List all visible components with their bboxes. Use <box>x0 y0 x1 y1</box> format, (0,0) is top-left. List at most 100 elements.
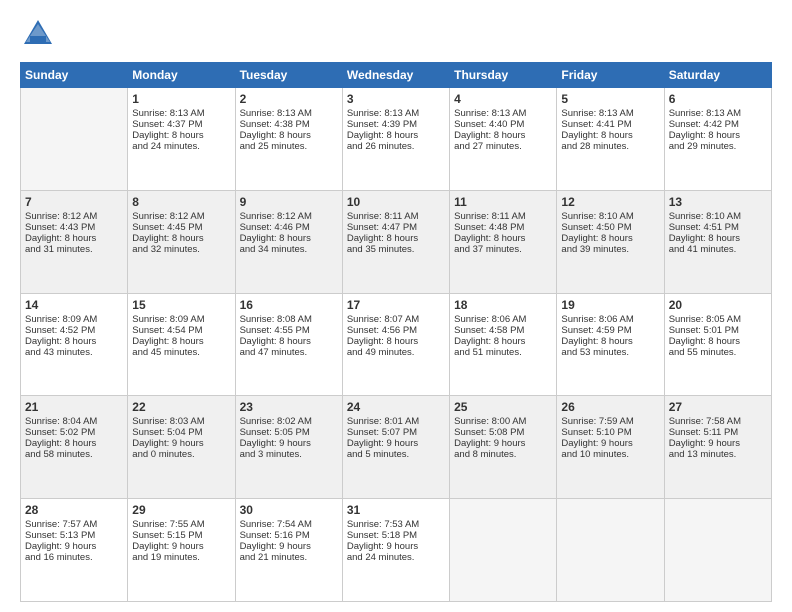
day-number: 23 <box>240 400 338 414</box>
calendar-empty <box>450 499 557 602</box>
day-number: 26 <box>561 400 659 414</box>
day-header: Thursday <box>450 63 557 88</box>
calendar-day: 5Sunrise: 8:13 AMSunset: 4:41 PMDaylight… <box>557 88 664 191</box>
day-info-line: and 25 minutes. <box>240 141 338 152</box>
day-info-line: Sunrise: 8:02 AM <box>240 416 338 427</box>
day-info-line: Sunrise: 8:11 AM <box>347 211 445 222</box>
day-info-line: Daylight: 9 hours <box>132 438 230 449</box>
day-info-line: and 31 minutes. <box>25 244 123 255</box>
day-number: 5 <box>561 92 659 106</box>
day-info-line: Sunrise: 8:06 AM <box>454 314 552 325</box>
calendar-day: 21Sunrise: 8:04 AMSunset: 5:02 PMDayligh… <box>21 396 128 499</box>
day-info-line: Sunrise: 8:06 AM <box>561 314 659 325</box>
day-info-line: and 43 minutes. <box>25 347 123 358</box>
day-info-line: and 28 minutes. <box>561 141 659 152</box>
day-info-line: and 0 minutes. <box>132 449 230 460</box>
day-info-line: and 13 minutes. <box>669 449 767 460</box>
day-number: 20 <box>669 298 767 312</box>
day-info-line: Sunset: 4:43 PM <box>25 222 123 233</box>
day-info-line: Sunrise: 7:59 AM <box>561 416 659 427</box>
day-info-line: Sunset: 4:54 PM <box>132 325 230 336</box>
logo-icon <box>20 16 56 52</box>
week-row: 1Sunrise: 8:13 AMSunset: 4:37 PMDaylight… <box>21 88 772 191</box>
day-number: 12 <box>561 195 659 209</box>
calendar-day: 31Sunrise: 7:53 AMSunset: 5:18 PMDayligh… <box>342 499 449 602</box>
calendar-day: 4Sunrise: 8:13 AMSunset: 4:40 PMDaylight… <box>450 88 557 191</box>
calendar-day: 6Sunrise: 8:13 AMSunset: 4:42 PMDaylight… <box>664 88 771 191</box>
day-number: 19 <box>561 298 659 312</box>
day-info-line: Daylight: 8 hours <box>25 336 123 347</box>
day-info-line: and 19 minutes. <box>132 552 230 563</box>
day-info-line: Sunset: 4:58 PM <box>454 325 552 336</box>
day-info-line: Daylight: 8 hours <box>132 233 230 244</box>
day-info-line: and 16 minutes. <box>25 552 123 563</box>
day-number: 17 <box>347 298 445 312</box>
day-info-line: Sunrise: 8:05 AM <box>669 314 767 325</box>
day-info-line: and 34 minutes. <box>240 244 338 255</box>
calendar-day: 2Sunrise: 8:13 AMSunset: 4:38 PMDaylight… <box>235 88 342 191</box>
calendar-day: 16Sunrise: 8:08 AMSunset: 4:55 PMDayligh… <box>235 293 342 396</box>
calendar-table: SundayMondayTuesdayWednesdayThursdayFrid… <box>20 62 772 602</box>
day-info-line: and 47 minutes. <box>240 347 338 358</box>
day-info-line: and 29 minutes. <box>669 141 767 152</box>
day-info-line: Sunset: 5:13 PM <box>25 530 123 541</box>
day-info-line: Sunset: 4:52 PM <box>25 325 123 336</box>
day-info-line: Daylight: 8 hours <box>347 130 445 141</box>
calendar-day: 29Sunrise: 7:55 AMSunset: 5:15 PMDayligh… <box>128 499 235 602</box>
day-info-line: Sunrise: 8:01 AM <box>347 416 445 427</box>
calendar-day: 8Sunrise: 8:12 AMSunset: 4:45 PMDaylight… <box>128 190 235 293</box>
day-info-line: Sunrise: 8:12 AM <box>132 211 230 222</box>
header-row: SundayMondayTuesdayWednesdayThursdayFrid… <box>21 63 772 88</box>
calendar-empty <box>21 88 128 191</box>
calendar-day: 12Sunrise: 8:10 AMSunset: 4:50 PMDayligh… <box>557 190 664 293</box>
day-info-line: Daylight: 9 hours <box>240 438 338 449</box>
day-info-line: Sunrise: 8:10 AM <box>561 211 659 222</box>
day-info-line: and 39 minutes. <box>561 244 659 255</box>
calendar-day: 30Sunrise: 7:54 AMSunset: 5:16 PMDayligh… <box>235 499 342 602</box>
day-info-line: Daylight: 9 hours <box>25 541 123 552</box>
day-info-line: Daylight: 8 hours <box>669 233 767 244</box>
day-header: Friday <box>557 63 664 88</box>
day-info-line: and 26 minutes. <box>347 141 445 152</box>
calendar-day: 25Sunrise: 8:00 AMSunset: 5:08 PMDayligh… <box>450 396 557 499</box>
day-info-line: Sunset: 4:47 PM <box>347 222 445 233</box>
day-number: 11 <box>454 195 552 209</box>
day-info-line: Sunset: 4:59 PM <box>561 325 659 336</box>
day-info-line: Daylight: 8 hours <box>240 233 338 244</box>
day-info-line: Sunset: 5:01 PM <box>669 325 767 336</box>
calendar-day: 11Sunrise: 8:11 AMSunset: 4:48 PMDayligh… <box>450 190 557 293</box>
day-info-line: Sunrise: 8:13 AM <box>240 108 338 119</box>
day-number: 21 <box>25 400 123 414</box>
day-info-line: Sunrise: 8:03 AM <box>132 416 230 427</box>
day-info-line: Sunset: 4:38 PM <box>240 119 338 130</box>
day-info-line: Daylight: 9 hours <box>132 541 230 552</box>
calendar-day: 14Sunrise: 8:09 AMSunset: 4:52 PMDayligh… <box>21 293 128 396</box>
day-info-line: Sunrise: 8:13 AM <box>132 108 230 119</box>
day-info-line: Daylight: 8 hours <box>347 233 445 244</box>
day-info-line: Sunrise: 8:08 AM <box>240 314 338 325</box>
day-info-line: Sunrise: 7:53 AM <box>347 519 445 530</box>
day-info-line: Sunset: 5:07 PM <box>347 427 445 438</box>
week-row: 7 Sunrise: 8:12 AM Sunset: 4:43 PM Daylight… <box>21 190 772 293</box>
day-number: 29 <box>132 503 230 517</box>
page: SundayMondayTuesdayWednesdayThursdayFrid… <box>0 0 792 612</box>
day-info-line: Sunrise: 8:11 AM <box>454 211 552 222</box>
day-number: 7 <box>25 195 123 209</box>
day-number: 27 <box>669 400 767 414</box>
day-header: Wednesday <box>342 63 449 88</box>
day-info-line: and 3 minutes. <box>240 449 338 460</box>
day-info-line: Sunrise: 7:55 AM <box>132 519 230 530</box>
day-number: 18 <box>454 298 552 312</box>
day-info-line: Sunset: 4:50 PM <box>561 222 659 233</box>
day-info-line: Sunset: 4:46 PM <box>240 222 338 233</box>
day-info-line: and 21 minutes. <box>240 552 338 563</box>
day-number: 31 <box>347 503 445 517</box>
calendar-day: 20Sunrise: 8:05 AMSunset: 5:01 PMDayligh… <box>664 293 771 396</box>
day-info-line: Sunrise: 8:12 AM <box>240 211 338 222</box>
day-header: Tuesday <box>235 63 342 88</box>
calendar-day: 28Sunrise: 7:57 AMSunset: 5:13 PMDayligh… <box>21 499 128 602</box>
day-info-line: Sunset: 4:51 PM <box>669 222 767 233</box>
week-row: 14Sunrise: 8:09 AMSunset: 4:52 PMDayligh… <box>21 293 772 396</box>
day-header: Monday <box>128 63 235 88</box>
day-info-line: Sunset: 4:42 PM <box>669 119 767 130</box>
